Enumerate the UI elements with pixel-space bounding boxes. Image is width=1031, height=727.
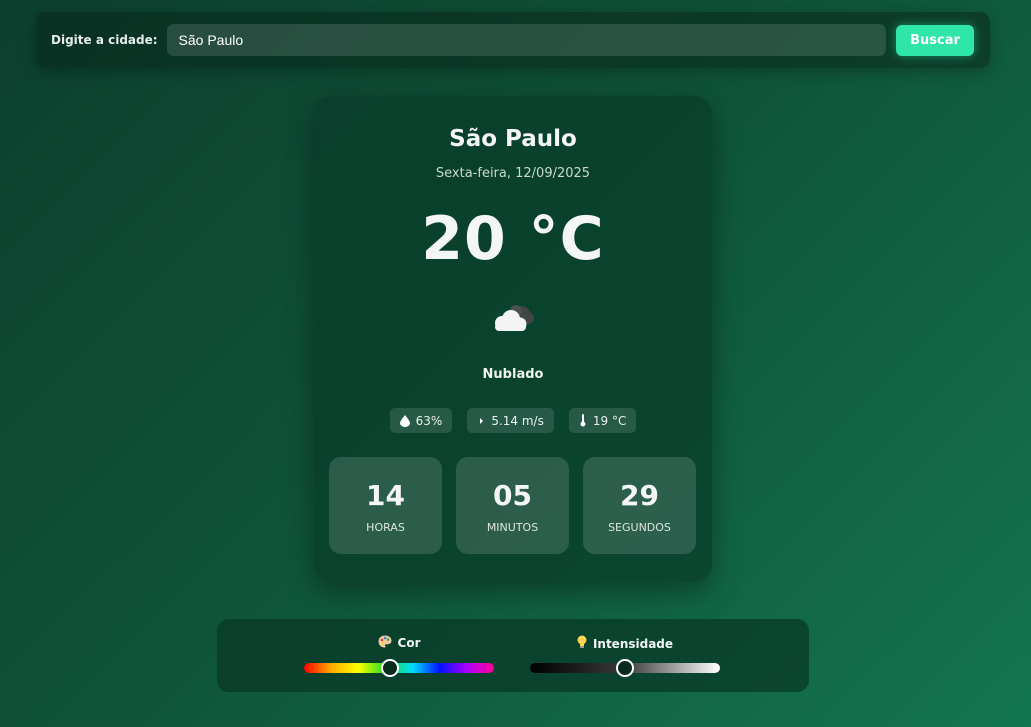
weather-stats: 63% 5.14 m/s 19 °C <box>314 408 712 433</box>
intensity-slider-thumb[interactable] <box>616 659 634 677</box>
intensity-control-label: Intensidade <box>529 635 721 652</box>
minutes-value: 05 <box>493 479 532 512</box>
controls-panel: Cor Intensidade <box>217 619 809 692</box>
city-search-input[interactable] <box>166 24 886 56</box>
humidity-value: 63% <box>415 413 443 428</box>
search-label: Digite a cidade: <box>51 33 158 47</box>
seconds-box: 29 SEGUNDOS <box>583 457 696 554</box>
minutes-label: MINUTOS <box>486 521 539 534</box>
hours-value: 14 <box>366 479 405 512</box>
color-label-text: Cor <box>397 636 421 650</box>
feels-like-value: 19 °C <box>592 413 627 428</box>
wind-value: 5.14 m/s <box>491 413 544 428</box>
color-control-label: Cor <box>303 635 495 651</box>
humidity-stat: 63% <box>389 408 453 433</box>
intensity-control: Intensidade <box>529 635 721 680</box>
minutes-box: 05 MINUTOS <box>456 457 569 554</box>
hours-label: HORAS <box>366 521 405 534</box>
wind-arrow-icon <box>477 416 485 426</box>
cloudy-icon <box>488 301 538 335</box>
thermometer-icon <box>579 414 587 427</box>
city-name: São Paulo <box>449 126 577 152</box>
seconds-value: 29 <box>620 479 659 512</box>
search-button[interactable]: Buscar <box>896 24 974 56</box>
search-bar: Digite a cidade: Buscar <box>36 12 990 68</box>
color-control: Cor <box>303 635 495 680</box>
lightbulb-icon <box>577 635 587 652</box>
water-drop-icon <box>399 414 410 427</box>
date-text: Sexta-feira, 12/09/2025 <box>435 166 591 181</box>
hours-box: 14 HORAS <box>329 457 442 554</box>
weather-card: São Paulo Sexta-feira, 12/09/2025 20 °C … <box>314 96 712 582</box>
clock: 14 HORAS 05 MINUTOS 29 SEGUNDOS <box>329 457 696 554</box>
feels-like-stat: 19 °C <box>568 408 637 433</box>
palette-icon <box>378 635 392 651</box>
wind-stat: 5.14 m/s <box>467 408 554 433</box>
weather-condition: Nublado <box>482 367 544 382</box>
intensity-label-text: Intensidade <box>592 636 674 651</box>
color-slider-track[interactable] <box>304 663 494 673</box>
temperature: 20 °C <box>421 204 605 274</box>
color-slider-thumb[interactable] <box>380 659 399 677</box>
seconds-label: SEGUNDOS <box>608 521 671 534</box>
